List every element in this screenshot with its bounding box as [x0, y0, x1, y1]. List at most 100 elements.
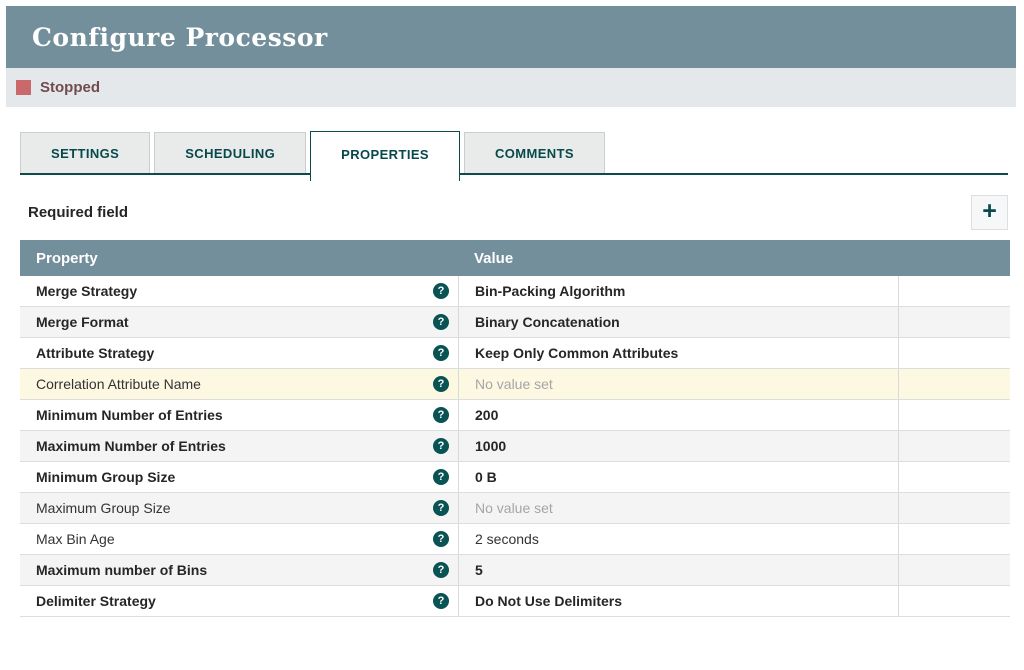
property-value: Bin-Packing Algorithm	[475, 283, 625, 299]
table-row: Merge Strategy ? Bin-Packing Algorithm	[20, 276, 1010, 307]
properties-table: Property Value Merge Strategy ? Bin-Pack…	[20, 240, 1010, 617]
tab-properties[interactable]: PROPERTIES	[310, 131, 460, 181]
property-cell: Max Bin Age ?	[20, 524, 458, 554]
table-row: Correlation Attribute Name ? No value se…	[20, 369, 1010, 400]
table-row: Minimum Number of Entries ? 200	[20, 400, 1010, 431]
row-spacer-cell	[898, 462, 1010, 492]
row-spacer-cell	[898, 431, 1010, 461]
property-cell: Maximum Group Size ?	[20, 493, 458, 523]
property-name: Attribute Strategy	[36, 345, 433, 361]
property-value: 1000	[475, 438, 506, 454]
property-cell: Merge Format ?	[20, 307, 458, 337]
property-cell: Maximum Number of Entries ?	[20, 431, 458, 461]
property-name: Merge Format	[36, 314, 433, 330]
column-header-property: Property	[20, 250, 458, 267]
help-icon[interactable]: ?	[433, 407, 449, 423]
row-spacer-cell	[898, 369, 1010, 399]
row-spacer-cell	[898, 338, 1010, 368]
value-cell[interactable]: 0 B	[458, 462, 898, 492]
value-cell[interactable]: 2 seconds	[458, 524, 898, 554]
property-value: Binary Concatenation	[475, 314, 620, 330]
help-icon[interactable]: ?	[433, 283, 449, 299]
status-label: Stopped	[40, 79, 100, 96]
value-cell[interactable]: 5	[458, 555, 898, 585]
tab-label: SCHEDULING	[185, 146, 275, 161]
property-cell: Maximum number of Bins ?	[20, 555, 458, 585]
column-header-value: Value	[458, 250, 898, 267]
help-icon[interactable]: ?	[433, 531, 449, 547]
table-row: Maximum Group Size ? No value set	[20, 493, 1010, 524]
properties-toolbar: Required field +	[20, 193, 1008, 231]
value-cell[interactable]: Keep Only Common Attributes	[458, 338, 898, 368]
property-name: Merge Strategy	[36, 283, 433, 299]
help-icon[interactable]: ?	[433, 500, 449, 516]
property-name: Minimum Number of Entries	[36, 407, 433, 423]
status-bar: Stopped	[6, 68, 1016, 107]
value-cell[interactable]: Binary Concatenation	[458, 307, 898, 337]
dialog-title: Configure Processor	[32, 23, 328, 52]
property-value: 0 B	[475, 469, 497, 485]
row-spacer-cell	[898, 276, 1010, 306]
help-icon[interactable]: ?	[433, 376, 449, 392]
property-value: Do Not Use Delimiters	[475, 593, 622, 609]
help-icon[interactable]: ?	[433, 345, 449, 361]
tab-settings[interactable]: SETTINGS	[20, 132, 150, 173]
property-cell: Attribute Strategy ?	[20, 338, 458, 368]
table-row: Merge Format ? Binary Concatenation	[20, 307, 1010, 338]
property-value: 200	[475, 407, 498, 423]
dialog-content: SETTINGS SCHEDULING PROPERTIES COMMENTS …	[6, 131, 1016, 617]
row-spacer-cell	[898, 307, 1010, 337]
help-icon[interactable]: ?	[433, 438, 449, 454]
help-icon[interactable]: ?	[433, 593, 449, 609]
property-name: Minimum Group Size	[36, 469, 433, 485]
property-cell: Delimiter Strategy ?	[20, 586, 458, 616]
tab-label: COMMENTS	[495, 146, 574, 161]
row-spacer-cell	[898, 586, 1010, 616]
tab-label: SETTINGS	[51, 146, 119, 161]
table-row: Minimum Group Size ? 0 B	[20, 462, 1010, 493]
table-row: Delimiter Strategy ? Do Not Use Delimite…	[20, 586, 1010, 617]
value-cell[interactable]: 200	[458, 400, 898, 430]
property-cell: Merge Strategy ?	[20, 276, 458, 306]
plus-icon: +	[982, 197, 997, 225]
table-row: Attribute Strategy ? Keep Only Common At…	[20, 338, 1010, 369]
property-name: Maximum Group Size	[36, 500, 433, 516]
property-name: Maximum Number of Entries	[36, 438, 433, 454]
property-name: Maximum number of Bins	[36, 562, 433, 578]
value-cell[interactable]: Bin-Packing Algorithm	[458, 276, 898, 306]
value-cell[interactable]: 1000	[458, 431, 898, 461]
properties-table-body: Merge Strategy ? Bin-Packing Algorithm M…	[20, 276, 1010, 617]
tab-comments[interactable]: COMMENTS	[464, 132, 605, 173]
table-row: Max Bin Age ? 2 seconds	[20, 524, 1010, 555]
dialog-header: Configure Processor	[6, 6, 1016, 68]
property-name: Max Bin Age	[36, 531, 433, 547]
property-name: Delimiter Strategy	[36, 593, 433, 609]
property-cell: Minimum Number of Entries ?	[20, 400, 458, 430]
table-row: Maximum Number of Entries ? 1000	[20, 431, 1010, 462]
value-cell[interactable]: No value set	[458, 369, 898, 399]
value-cell[interactable]: Do Not Use Delimiters	[458, 586, 898, 616]
property-value: 2 seconds	[475, 531, 539, 547]
tab-scheduling[interactable]: SCHEDULING	[154, 132, 306, 173]
tab-label: PROPERTIES	[341, 147, 429, 162]
row-spacer-cell	[898, 555, 1010, 585]
property-value: 5	[475, 562, 483, 578]
property-value: No value set	[475, 376, 553, 392]
configure-processor-dialog: Configure Processor Stopped SETTINGS SCH…	[6, 6, 1016, 617]
row-spacer-cell	[898, 493, 1010, 523]
help-icon[interactable]: ?	[433, 469, 449, 485]
help-icon[interactable]: ?	[433, 314, 449, 330]
value-cell[interactable]: No value set	[458, 493, 898, 523]
tabs: SETTINGS SCHEDULING PROPERTIES COMMENTS	[20, 131, 1008, 181]
property-name: Correlation Attribute Name	[36, 376, 433, 392]
required-field-label: Required field	[20, 204, 128, 221]
row-spacer-cell	[898, 400, 1010, 430]
table-row: Maximum number of Bins ? 5	[20, 555, 1010, 586]
property-value: No value set	[475, 500, 553, 516]
add-property-button[interactable]: +	[971, 195, 1008, 230]
stopped-status-icon	[16, 80, 31, 95]
property-cell: Minimum Group Size ?	[20, 462, 458, 492]
property-cell: Correlation Attribute Name ?	[20, 369, 458, 399]
help-icon[interactable]: ?	[433, 562, 449, 578]
property-value: Keep Only Common Attributes	[475, 345, 678, 361]
